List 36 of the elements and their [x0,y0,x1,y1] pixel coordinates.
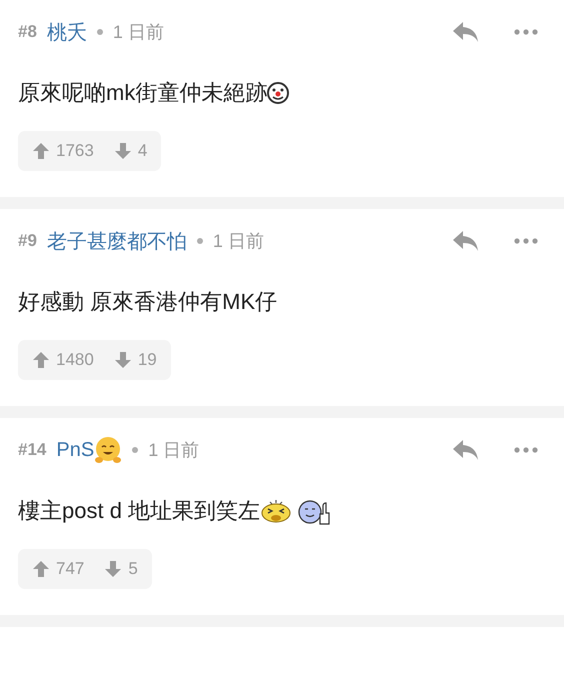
post-time: 1 日前 [148,439,200,462]
downvote-button[interactable]: 4 [114,141,148,161]
more-dots-icon [514,29,538,35]
up-arrow-icon [32,560,50,578]
separator-dot [96,29,103,35]
post-time: 1 日前 [212,230,264,253]
clown-face-icon [267,82,290,104]
hugging-face-icon [94,436,122,464]
post-time: 1 日前 [112,21,164,44]
separator-dot [132,447,138,453]
up-arrow-icon [32,351,50,369]
reply-arrow-icon [452,230,480,252]
up-arrow-icon [32,142,50,160]
down-arrow-icon [114,351,132,369]
down-arrow-icon [104,560,122,578]
upvote-button[interactable]: 1763 [32,141,94,161]
comment-text: 樓主post d 地址果到笑左 [18,497,260,525]
floor-number: #8 [18,22,37,42]
author-name[interactable]: PnS [56,438,94,462]
author-name[interactable]: 桃夭 [46,18,87,46]
downvote-button[interactable]: 5 [104,559,138,579]
reply-arrow-icon [452,21,480,43]
more-dots-icon [514,447,538,453]
separator-dot [196,238,203,244]
reply-arrow-icon [452,439,480,461]
comment-text: 原來呢啲mk街童仲未絕跡 [18,79,268,107]
author-name[interactable]: 老子甚麼都不怕 [46,228,187,254]
down-arrow-icon [114,142,132,160]
laughing-face-icon [260,498,292,524]
upvote-button[interactable]: 1480 [32,350,94,370]
comment-text: 好感動 原來香港仲有MK仔 [18,288,278,316]
floor-number: #9 [18,231,37,251]
upvote-button[interactable]: 747 [32,559,84,579]
floor-number: #14 [18,440,46,460]
more-dots-icon [514,238,538,244]
downvote-button[interactable]: 19 [114,350,157,370]
